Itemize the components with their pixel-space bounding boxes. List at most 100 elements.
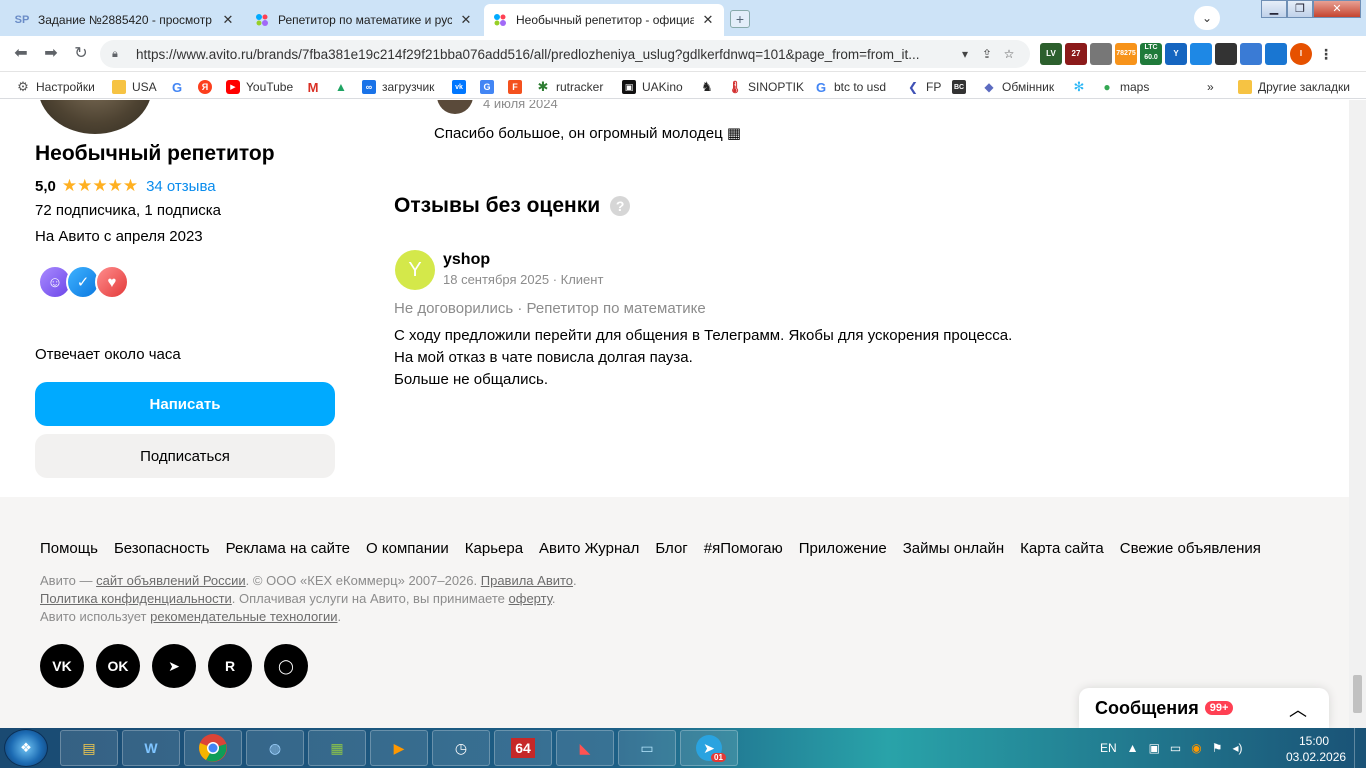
dropdown-icon[interactable]: ▾ [954,47,976,61]
page-scrollbar[interactable] [1349,100,1366,728]
taskbar-wise-care[interactable]: W [122,730,180,766]
telegram-icon[interactable]: ➤ [152,644,196,688]
legal-link-rules[interactable]: Правила Авито [481,573,573,588]
footer-link-security[interactable]: Безопасность [114,540,210,557]
extension-27-icon[interactable]: 27 [1065,43,1087,65]
odnoklassniki-icon[interactable]: OK [96,644,140,688]
footer-link-blog[interactable]: Блог [655,540,687,557]
extension-arrow-icon[interactable] [1215,43,1237,65]
heart-badge-icon[interactable]: ♥ [95,265,129,299]
share-icon[interactable]: ⇪ [976,47,998,61]
bookmark-rutracker[interactable]: ✱ rutracker [536,78,604,96]
help-icon[interactable]: ? [610,196,631,216]
bookmark-youtube[interactable]: ▶ YouTube [226,78,293,96]
bookmark-star-icon[interactable]: ☆ [998,47,1020,61]
menu-kebab-icon[interactable]: ⋮ [1315,43,1337,65]
chevron-up-icon[interactable]: ︿ [1289,696,1307,722]
new-tab-button[interactable]: + [730,10,750,28]
legal-link-recommendation-tech[interactable]: рекомендательные технологии [150,609,337,624]
reviews-link[interactable]: 34 отзыва [146,178,216,195]
bookmark-vk[interactable]: vk [452,78,472,96]
bookmark-translate[interactable]: G [480,78,500,96]
rutube-icon[interactable]: R [208,644,252,688]
maximize-window-button[interactable]: ❐ [1287,0,1313,18]
footer-link-journal[interactable]: Авито Журнал [539,540,639,557]
bookmark-sinoptik[interactable]: 🌡︎ SINOPTIK [727,78,804,96]
tab-active-unusual-tutor[interactable]: Необычный репетитор - официал ✕ [484,4,724,36]
footer-link-app[interactable]: Приложение [799,540,887,557]
bookmark-yandex[interactable]: Я [198,78,218,96]
address-bar[interactable]: 🔒︎ https://www.avito.ru/brands/7fba381e1… [100,40,1030,68]
tab-search-button[interactable]: ⌄ [1194,6,1220,30]
url-text[interactable]: https://www.avito.ru/brands/7fba381e19c2… [136,47,954,62]
subscribers-count[interactable]: 72 подписчика, 1 подписка [35,202,221,219]
legal-link-privacy[interactable]: Политика конфиденциальности [40,591,232,606]
battery-icon[interactable]: ▭ [1170,741,1181,755]
write-message-button[interactable]: Написать [35,382,335,426]
bookmark-fp[interactable]: ❮ FP [906,78,941,96]
close-tab-icon[interactable]: ✕ [700,12,716,28]
taskbar-explorer[interactable]: ▤ [60,730,118,766]
taskbar-notepad[interactable]: ▭ [618,730,676,766]
extension-save-icon[interactable] [1190,43,1212,65]
messages-widget[interactable]: Сообщения 99+ ︿ [1079,688,1329,728]
extensions-puzzle-icon[interactable] [1240,43,1262,65]
taskbar-media-player[interactable]: ▶ [370,730,428,766]
legal-link-classifieds[interactable]: сайт объявлений России [96,573,246,588]
bookmark-btc-to-usd[interactable]: Gbtc to usd [814,78,886,96]
footer-link-career[interactable]: Карьера [465,540,523,557]
profile-avatar-icon[interactable]: I [1290,43,1312,65]
close-window-button[interactable]: ✕ [1313,0,1361,18]
extension-btc-icon[interactable]: 78275 [1115,43,1137,65]
close-tab-icon[interactable]: ✕ [458,12,474,28]
footer-link-ads[interactable]: Реклама на сайте [226,540,350,557]
bookmark-drive[interactable]: ▲ [334,78,354,96]
footer-link-loans[interactable]: Займы онлайн [903,540,1004,557]
footer-link-sitemap[interactable]: Карта сайта [1020,540,1104,557]
tab-task[interactable]: SP Задание №2885420 - просмотр за ✕ [6,4,244,36]
back-button[interactable]: ⬅ [10,44,32,64]
taskbar-aida64[interactable]: 64 [494,730,552,766]
taskbar-clock-app[interactable]: ◷ [432,730,490,766]
footer-link-fresh-ads[interactable]: Свежие объявления [1120,540,1261,557]
bookmark-uakino[interactable]: ▣ UAKino [622,78,683,96]
other-bookmarks[interactable]: Другие закладки [1238,78,1350,96]
forward-button[interactable]: ➡ [40,44,62,64]
bookmarks-more-button[interactable]: » [1207,78,1214,96]
extension-lv-icon[interactable]: LV [1040,43,1062,65]
bookmark-downloader[interactable]: ∞ загрузчик [362,78,434,96]
scrollbar-thumb[interactable] [1353,675,1362,713]
taskbar-money-app[interactable]: ▦ [308,730,366,766]
tab-math-tutor[interactable]: Репетитор по математике и русско ✕ [246,4,482,36]
tray-expand-icon[interactable]: ▲ [1127,741,1139,755]
system-clock[interactable]: 15:00 03.02.2026 [1286,733,1346,765]
vk-icon[interactable]: VK [40,644,84,688]
extension-y-icon[interactable]: Y [1165,43,1187,65]
taskbar-chart-app[interactable]: ◣ [556,730,614,766]
reload-button[interactable]: ↻ [70,44,92,64]
bookmark-settings[interactable]: ⚙ Настройки [16,78,95,96]
footer-link-ya-pomogayu[interactable]: #яПомогаю [704,540,783,557]
bookmark-f[interactable]: F [508,78,528,96]
bookmark-snowflake[interactable]: ✻ [1072,78,1092,96]
bookmark-usa[interactable]: USA [112,78,157,96]
bookmark-maps[interactable]: ● maps [1100,78,1149,96]
volume-icon[interactable]: ◂) [1233,741,1243,755]
taskbar-globe-app[interactable]: ◍ [246,730,304,766]
start-button[interactable]: ❖ [4,729,48,767]
legal-link-offer[interactable]: оферту [509,591,552,606]
extension-briefcase-icon[interactable] [1090,43,1112,65]
network-icon[interactable]: ▣ [1149,741,1160,755]
footer-link-help[interactable]: Помощь [40,540,98,557]
dzen-icon[interactable]: ◯ [264,644,308,688]
show-desktop-button[interactable] [1354,728,1366,768]
taskbar-telegram[interactable]: ➤ 01 [680,730,738,766]
bookmark-gmail[interactable]: M [306,78,326,96]
minimize-window-button[interactable]: ▁ [1261,0,1287,18]
downloads-icon[interactable] [1265,43,1287,65]
bookmark-chess[interactable]: ♞ [700,78,720,96]
close-tab-icon[interactable]: ✕ [220,12,236,28]
bookmark-google[interactable]: G [170,78,190,96]
bookmark-obminnik[interactable]: ◆ Обмінник [982,78,1054,96]
language-indicator[interactable]: EN [1100,741,1117,755]
